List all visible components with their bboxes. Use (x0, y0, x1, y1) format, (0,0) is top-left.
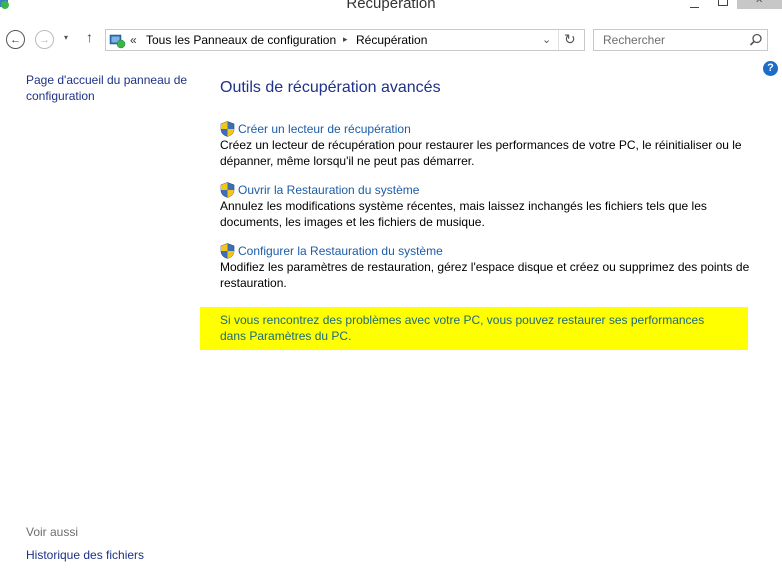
up-button[interactable]: ↑ (86, 29, 93, 45)
navigation-bar: ← → ▾ ↑ « Tous les Panneaux de configura… (0, 24, 782, 54)
list-item: Configurer la Restauration du système Mo… (220, 243, 765, 291)
list-item: Ouvrir la Restauration du système Annule… (220, 182, 765, 230)
address-bar[interactable]: « Tous les Panneaux de configuration ▸ R… (105, 29, 585, 51)
pc-settings-info-box: Si vous rencontrez des problèmes avec vo… (200, 307, 748, 350)
forward-arrow-icon: → (39, 33, 50, 46)
see-also-label: Voir aussi (26, 525, 79, 539)
control-panel-icon (109, 34, 126, 49)
search-icon[interactable] (749, 33, 763, 47)
chevron-down-icon[interactable]: ⌄ (542, 33, 551, 46)
address-divider (558, 30, 559, 50)
item-link-label[interactable]: Ouvrir la Restauration du système (238, 183, 419, 197)
item-description: Créez un lecteur de récupération pour re… (220, 138, 742, 168)
window-title: Récupération (346, 0, 436, 12)
search-box[interactable]: Rechercher (593, 29, 768, 51)
back-button[interactable]: ← (6, 30, 25, 49)
title-bar: Récupération (0, 0, 782, 14)
breadcrumb-recovery[interactable]: Récupération (356, 33, 427, 47)
item-description: Annulez les modifications système récent… (220, 199, 707, 229)
uac-shield-icon (220, 243, 235, 259)
item-link-label[interactable]: Créer un lecteur de récupération (238, 122, 411, 136)
refresh-icon[interactable]: ↻ (564, 31, 576, 48)
breadcrumb-separator-icon[interactable]: ▸ (343, 34, 348, 45)
breadcrumb-overflow[interactable]: « (130, 33, 137, 47)
open-system-restore-link[interactable]: Ouvrir la Restauration du système (220, 182, 765, 198)
recovery-window: Récupération ← → ▾ ↑ « Tous les Panneaux… (0, 0, 782, 583)
minimize-button[interactable] (690, 2, 700, 12)
control-panel-home-link[interactable]: Page d'accueil du panneau de configurati… (26, 72, 196, 104)
page-title: Outils de récupération avancés (220, 79, 441, 96)
item-link-label[interactable]: Configurer la Restauration du système (238, 244, 443, 258)
left-pane: Page d'accueil du panneau de configurati… (0, 54, 200, 583)
list-item: Créer un lecteur de récupération Créez u… (220, 121, 765, 169)
item-description: Modifiez les paramètres de restauration,… (220, 260, 750, 290)
help-icon[interactable]: ? (763, 61, 778, 76)
uac-shield-icon (220, 121, 235, 137)
recent-locations-dropdown[interactable]: ▾ (64, 33, 68, 42)
maximize-button[interactable] (718, 0, 728, 6)
close-button[interactable] (737, 0, 782, 9)
configure-system-restore-link[interactable]: Configurer la Restauration du système (220, 243, 765, 259)
file-history-link[interactable]: Historique des fichiers (26, 548, 144, 562)
breadcrumb-all-control-panel-items[interactable]: Tous les Panneaux de configuration (146, 33, 336, 47)
pc-settings-info-link[interactable]: Si vous rencontrez des problèmes avec vo… (220, 312, 730, 344)
create-recovery-drive-link[interactable]: Créer un lecteur de récupération (220, 121, 765, 137)
forward-button[interactable]: → (35, 30, 54, 49)
uac-shield-icon (220, 182, 235, 198)
back-arrow-icon: ← (10, 33, 21, 46)
search-input[interactable]: Rechercher (603, 33, 665, 47)
